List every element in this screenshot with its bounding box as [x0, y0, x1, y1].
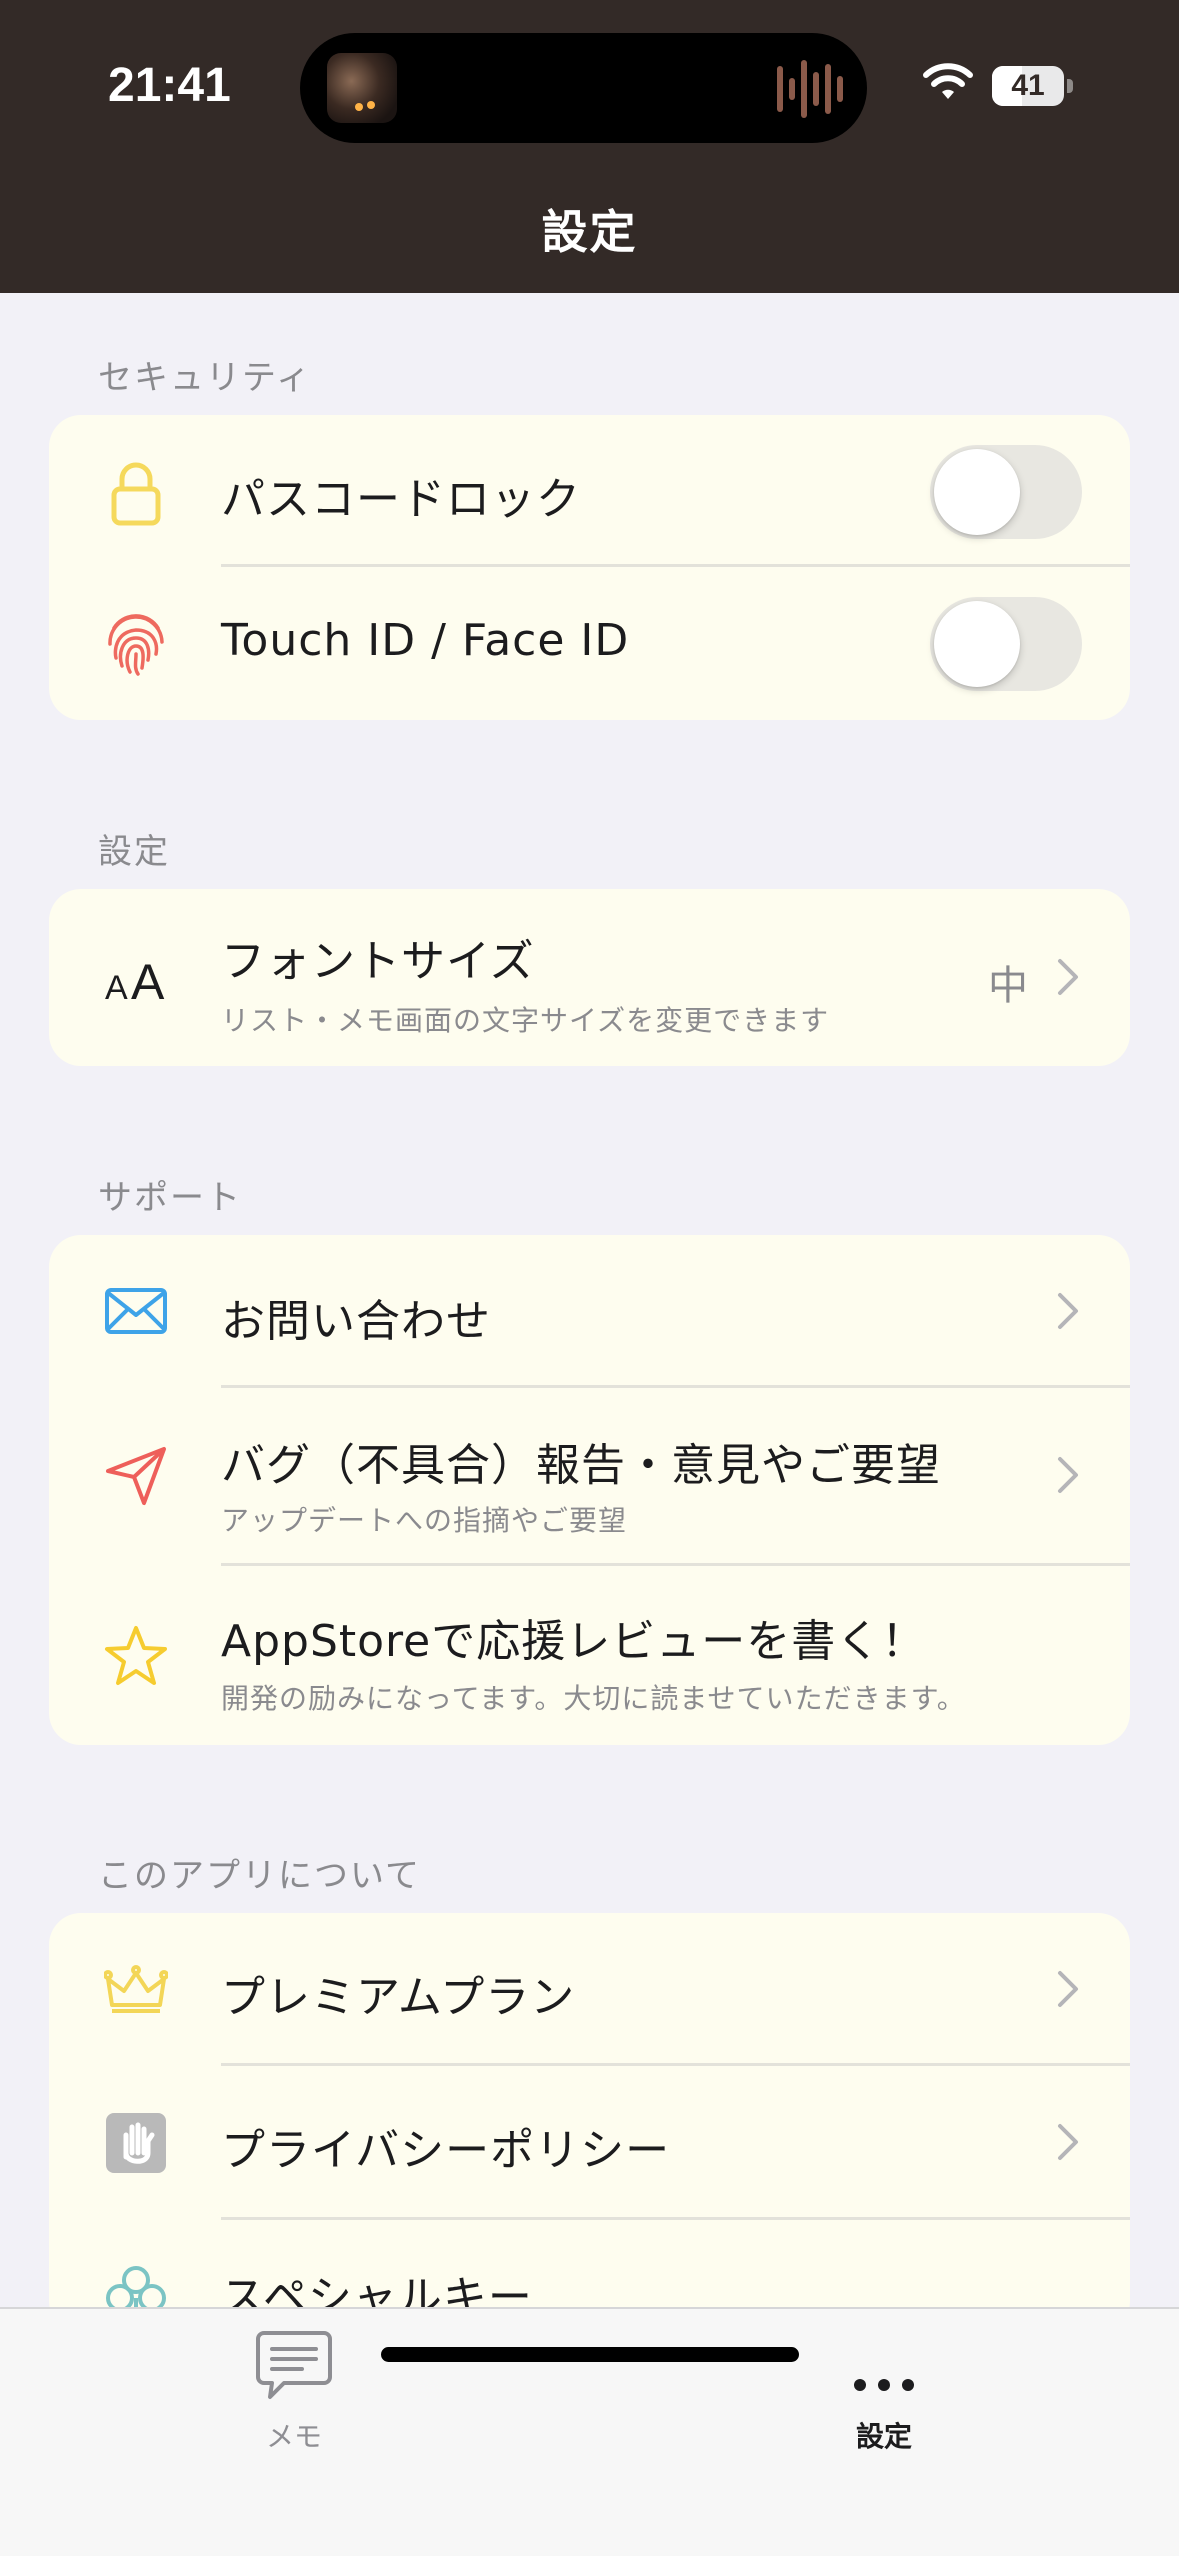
send-icon	[101, 1441, 171, 1511]
battery-icon: 41	[992, 66, 1064, 106]
status-time: 21:41	[108, 59, 231, 112]
passcode-lock-row[interactable]: パスコードロック	[49, 415, 1130, 568]
star-icon	[101, 1621, 171, 1691]
bug-report-row[interactable]: バグ（不具合）報告・意見やご要望 アップデートへの指摘やご要望	[49, 1387, 1130, 1565]
tab-bar: メモ 設定	[0, 2307, 1179, 2556]
chevron-right-icon	[1058, 1971, 1078, 2007]
review-row[interactable]: AppStoreで応援レビューを書く！ 開発の励みになってます。大切に読ませてい…	[49, 1565, 1130, 1745]
home-indicator[interactable]	[381, 2347, 799, 2362]
review-title: AppStoreで応援レビューを書く！	[221, 1616, 927, 1667]
crown-icon	[101, 1955, 171, 2025]
ellipsis-icon	[854, 2379, 914, 2391]
tab-settings-label: 設定	[855, 2420, 912, 2453]
touch-id-row[interactable]: Touch ID / Face ID	[49, 567, 1130, 720]
contact-label: お問い合わせ	[221, 1296, 491, 1347]
chevron-right-icon	[1058, 959, 1078, 995]
svg-text:A: A	[131, 954, 165, 1003]
toggle-knob	[934, 449, 1020, 535]
support-card: お問い合わせ バグ（不具合）報告・意見やご要望 アップデートへの指摘やご要望 A…	[49, 1235, 1130, 1745]
contact-row[interactable]: お問い合わせ	[49, 1235, 1130, 1387]
dynamic-island[interactable]	[300, 33, 867, 143]
settings-card: A A フォントサイズ リスト・メモ画面の文字サイズを変更できます 中	[49, 889, 1130, 1066]
audio-waveform-icon	[777, 60, 843, 118]
font-size-value: 中	[988, 963, 1028, 1009]
bug-report-subtitle: アップデートへの指摘やご要望	[221, 1504, 628, 1537]
chevron-right-icon	[1058, 1293, 1078, 1329]
header: 21:41 41 設定	[0, 0, 1179, 293]
touch-id-toggle[interactable]	[930, 597, 1082, 691]
section-label-settings: 設定	[98, 832, 170, 872]
hand-icon	[101, 2108, 171, 2178]
review-subtitle: 開発の励みになってます。大切に読ませていただきます。	[221, 1682, 966, 1715]
passcode-lock-toggle[interactable]	[930, 445, 1082, 539]
section-label-support: サポート	[98, 1178, 242, 1218]
security-card: パスコードロック Touch ID / Face ID	[49, 415, 1130, 720]
section-label-security: セキュリティ	[98, 358, 312, 398]
now-playing-artwork	[327, 53, 397, 123]
fingerprint-icon	[101, 609, 171, 679]
font-size-row[interactable]: A A フォントサイズ リスト・メモ画面の文字サイズを変更できます 中	[49, 889, 1130, 1066]
premium-plan-label: プレミアムプラン	[221, 1972, 576, 2023]
battery-level: 41	[1011, 69, 1045, 102]
svg-text:A: A	[105, 969, 128, 1003]
section-label-about: このアプリについて	[98, 1856, 421, 1896]
bug-report-title: バグ（不具合）報告・意見やご要望	[221, 1440, 941, 1491]
page-title: 設定	[541, 205, 638, 259]
passcode-lock-label: パスコードロック	[221, 474, 581, 525]
touch-id-label: Touch ID / Face ID	[221, 615, 630, 666]
lock-icon	[101, 459, 171, 529]
chat-bubble-icon	[256, 2331, 332, 2399]
font-size-title: フォントサイズ	[221, 936, 535, 987]
mail-icon	[101, 1276, 171, 1346]
tab-memo-label: メモ	[265, 2420, 322, 2453]
wifi-icon	[923, 63, 973, 99]
font-size-subtitle: リスト・メモ画面の文字サイズを変更できます	[221, 1004, 830, 1037]
font-size-icon: A A	[101, 943, 171, 1013]
toggle-knob	[934, 601, 1020, 687]
premium-plan-row[interactable]: プレミアムプラン	[49, 1913, 1130, 2066]
privacy-policy-row[interactable]: プライバシーポリシー	[49, 2066, 1130, 2219]
about-card: プレミアムプラン プライバシーポリシー スペシャルキー	[49, 1913, 1130, 2333]
battery-cap	[1067, 79, 1073, 93]
chevron-right-icon	[1058, 2124, 1078, 2160]
privacy-policy-label: プライバシーポリシー	[221, 2125, 671, 2176]
chevron-right-icon	[1058, 1457, 1078, 1493]
